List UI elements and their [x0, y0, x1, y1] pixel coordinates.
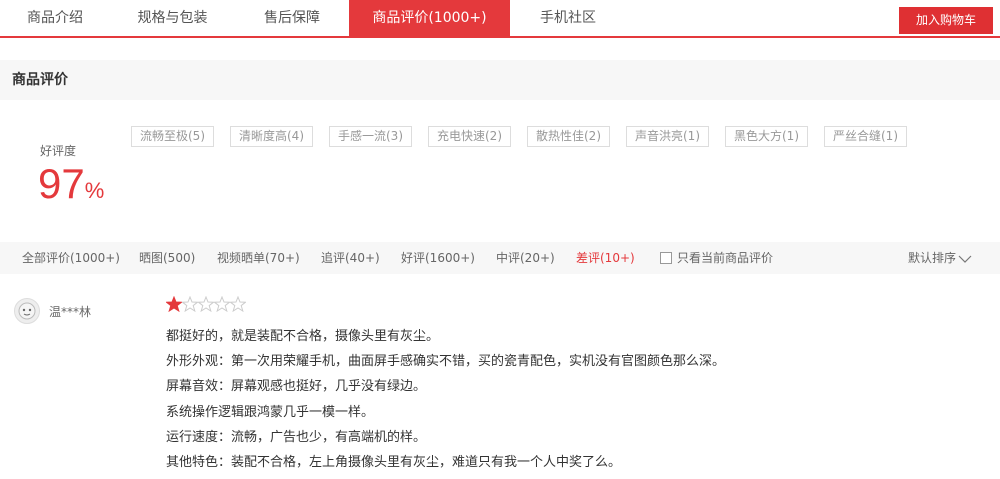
star-empty-icon — [229, 295, 247, 313]
tab-product-intro[interactable]: 商品介绍 — [0, 0, 110, 36]
product-tab-bar: 商品介绍 规格与包装 售后保障 商品评价(1000+) 手机社区 加入购物车 — [0, 0, 1000, 38]
filter-negative-reviews[interactable]: 差评(10+) — [576, 242, 635, 274]
star-empty-icon — [181, 295, 199, 313]
review-line: 屏幕音效：屏幕观感也挺好，几乎没有绿边。 — [166, 379, 427, 395]
review-line: 外形外观：第一次用荣耀手机，曲面屏手感确实不错，买的瓷青配色，实机没有官图颜色那… — [166, 354, 726, 370]
star-empty-icon — [213, 295, 231, 313]
review-tag[interactable]: 清晰度高(4) — [230, 126, 313, 147]
review-line: 系统操作逻辑跟鸿蒙几乎一模一样。 — [166, 404, 375, 420]
review-tag[interactable]: 充电快速(2) — [428, 126, 511, 147]
add-to-cart-button[interactable]: 加入购物车 — [899, 7, 993, 34]
filter-follow-up-reviews[interactable]: 追评(40+) — [321, 242, 380, 274]
sort-label: 默认排序 — [908, 251, 957, 265]
only-current-product-label[interactable]: 只看当前商品评价 — [677, 242, 773, 274]
tab-phone-community[interactable]: 手机社区 — [510, 0, 626, 36]
review-tag[interactable]: 严丝合缝(1) — [824, 126, 907, 147]
chevron-down-icon — [956, 251, 972, 265]
review-tag[interactable]: 黑色大方(1) — [725, 126, 808, 147]
review-line: 其他特色：装配不合格，左上角摄像头里有灰尘，难道只有我一个人中奖了么。 — [166, 455, 622, 471]
star-filled-icon — [165, 295, 183, 313]
rating-number: 97 — [38, 160, 85, 207]
filter-neutral-reviews[interactable]: 中评(20+) — [496, 242, 555, 274]
review-line: 运行速度：流畅，广告也少，有高端机的样。 — [166, 429, 427, 445]
tab-specs-packaging[interactable]: 规格与包装 — [110, 0, 235, 36]
tab-reviews[interactable]: 商品评价(1000+) — [349, 0, 510, 36]
filter-positive-reviews[interactable]: 好评(1600+) — [401, 242, 475, 274]
review-line: 都挺好的，就是装配不合格，摄像头里有灰尘。 — [166, 329, 440, 344]
filter-video-reviews[interactable]: 视频晒单(70+) — [217, 242, 300, 274]
review-tag[interactable]: 手感一流(3) — [329, 126, 412, 147]
review-tag[interactable]: 散热性佳(2) — [527, 126, 610, 147]
avatar — [14, 298, 40, 324]
rating-label: 好评度 — [40, 144, 77, 158]
only-current-product-checkbox[interactable] — [660, 252, 672, 264]
rating-unit: % — [84, 178, 105, 203]
filter-photo-reviews[interactable]: 晒图(500) — [139, 242, 195, 274]
review-tag[interactable]: 流畅至极(5) — [131, 126, 214, 147]
review-star-rating — [165, 295, 247, 316]
sort-dropdown[interactable]: 默认排序 — [908, 242, 972, 274]
rating-value: 97% — [38, 160, 104, 215]
reviewer-username: 温***林 — [49, 305, 92, 319]
star-empty-icon — [197, 295, 215, 313]
review-filter-bar: 全部评价(1000+) 晒图(500) 视频晒单(70+) 追评(40+) 好评… — [0, 242, 1000, 274]
section-title: 商品评价 — [0, 60, 1000, 100]
tab-after-sales[interactable]: 售后保障 — [235, 0, 349, 36]
review-content: 都挺好的，就是装配不合格，摄像头里有灰尘。 外形外观：第一次用荣耀手机，曲面屏手… — [166, 324, 986, 475]
review-tag[interactable]: 声音洪亮(1) — [626, 126, 709, 147]
filter-all-reviews[interactable]: 全部评价(1000+) — [22, 242, 120, 274]
avatar-face-icon — [18, 302, 36, 320]
